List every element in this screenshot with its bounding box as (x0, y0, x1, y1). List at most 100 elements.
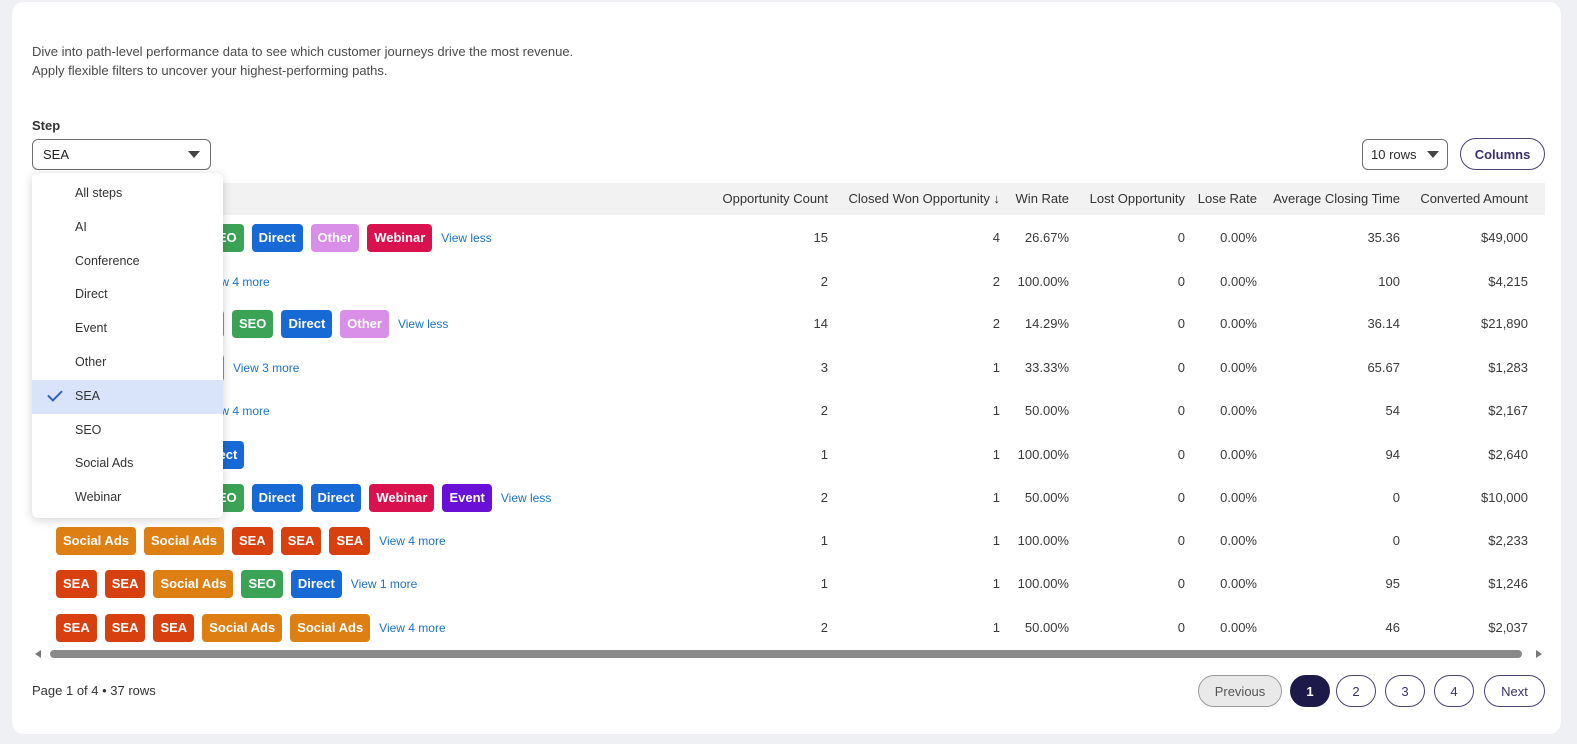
step-option[interactable]: All steps (32, 177, 223, 211)
cell-avg-closing-time: 0 (1392, 533, 1400, 548)
view-toggle-link[interactable]: View less (501, 491, 551, 505)
columns-button[interactable]: Columns (1460, 138, 1545, 170)
cell-opportunity-count: 2 (820, 490, 828, 505)
cell-win-rate: 100.00% (1017, 274, 1069, 289)
rows-per-page-value: 10 rows (1371, 147, 1417, 162)
cell-closed-won: 1 (992, 403, 1000, 418)
cell-closed-won: 4 (992, 230, 1000, 245)
scroll-right-icon[interactable] (1536, 650, 1542, 658)
step-tag: Social Ads (143, 526, 224, 555)
step-option-label: AI (75, 219, 87, 234)
rows-per-page-select[interactable]: 10 rows (1362, 139, 1448, 170)
step-option[interactable]: Conference (32, 245, 223, 279)
cell-converted-amount: $2,233 (1488, 533, 1528, 548)
header-lost-opportunity[interactable]: Lost Opportunity (1090, 183, 1185, 215)
table-row: SEASEASEASEODirectOtherWebinarView less1… (32, 216, 1545, 259)
page-info: Page 1 of 4 • 37 rows (32, 683, 156, 698)
cell-closed-won: 2 (992, 274, 1000, 289)
step-option[interactable]: Social Ads (32, 447, 223, 481)
step-dropdown-menu: All steps AI Conference Direct Event Other SEA… (32, 173, 223, 518)
step-tag: SEA (56, 569, 97, 598)
cell-closed-won: 1 (992, 576, 1000, 591)
cell-lose-rate: 0.00% (1220, 490, 1257, 505)
step-tag: SEA (280, 526, 322, 555)
header-win-rate[interactable]: Win Rate (1016, 183, 1069, 215)
table-row: SEA SEA Social Ads SEO Direct View 1 more 1 1 10… (32, 562, 1545, 605)
cell-closed-won: 1 (992, 533, 1000, 548)
table-row: Social AdsSEODirect11100.00%00.00%94$2,6… (32, 433, 1545, 476)
cell-opportunity-count: 1 (820, 533, 828, 548)
cell-lose-rate: 0.00% (1220, 274, 1257, 289)
step-tag: Social Ads (153, 569, 234, 598)
cell-converted-amount: $49,000 (1481, 230, 1528, 245)
page-button-4[interactable]: 4 (1434, 675, 1474, 707)
page-button-1[interactable]: 1 (1290, 675, 1330, 707)
view-toggle-link[interactable]: View 4 more (379, 621, 445, 635)
previous-button[interactable]: Previous (1198, 675, 1282, 707)
step-option-label: Direct (75, 287, 108, 302)
cell-lost-opportunity: 0 (1177, 403, 1185, 418)
caret-down-icon (188, 151, 200, 158)
step-option[interactable]: Direct (32, 278, 223, 312)
cell-opportunity-count: 1 (820, 576, 828, 591)
page-button-2[interactable]: 2 (1336, 675, 1376, 707)
header-avg-closing-time[interactable]: Average Closing Time (1273, 183, 1400, 215)
header-opportunity-count[interactable]: Opportunity Count (722, 183, 828, 215)
cell-avg-closing-time: 36.14 (1367, 316, 1400, 331)
cell-lose-rate: 0.00% (1220, 576, 1257, 591)
cell-lose-rate: 0.00% (1220, 620, 1257, 635)
view-toggle-link[interactable]: View less (441, 231, 491, 245)
table-header: Opportunity Count Closed Won Opportunity… (32, 183, 1545, 215)
step-tag: Webinar (367, 223, 433, 252)
step-option[interactable]: Webinar (32, 481, 223, 515)
step-tag: SEA (231, 526, 273, 555)
cell-win-rate: 14.29% (1024, 316, 1069, 331)
view-toggle-link[interactable]: View 3 more (233, 361, 299, 375)
cell-win-rate: 100.00% (1017, 447, 1069, 462)
cell-converted-amount: $10,000 (1481, 490, 1528, 505)
cell-lost-opportunity: 0 (1177, 490, 1185, 505)
view-toggle-link[interactable]: View 4 more (379, 534, 445, 548)
view-toggle-link[interactable]: View less (398, 317, 448, 331)
cell-opportunity-count: 2 (820, 274, 828, 289)
header-converted-amount[interactable]: Converted Amount (1420, 183, 1528, 215)
cell-opportunity-count: 3 (820, 360, 828, 375)
step-option[interactable]: SEO (32, 414, 223, 448)
step-tag: SEA (104, 569, 146, 598)
step-option-label: Event (75, 321, 107, 336)
cell-win-rate: 50.00% (1024, 403, 1069, 418)
step-option[interactable]: SEA (32, 379, 223, 414)
horizontal-scrollbar[interactable] (32, 647, 1545, 661)
table-row: SEASEASEASEODirectDirectWebinarEventView… (32, 476, 1545, 519)
view-toggle-link[interactable]: View 1 more (351, 577, 417, 591)
cell-converted-amount: $2,167 (1488, 403, 1528, 418)
step-tag: SEA (56, 613, 97, 642)
cell-closed-won: 1 (992, 490, 1000, 505)
scrollbar-thumb[interactable] (50, 650, 1522, 658)
cell-converted-amount: $4,215 (1488, 274, 1528, 289)
step-tag: Direct (251, 483, 303, 512)
cell-lost-opportunity: 0 (1177, 447, 1185, 462)
step-option[interactable]: Event (32, 312, 223, 346)
intro-text: Dive into path-level performance data to… (32, 42, 573, 80)
cell-closed-won: 1 (992, 360, 1000, 375)
cell-opportunity-count: 2 (820, 403, 828, 418)
step-option-label: All steps (75, 186, 123, 200)
step-select[interactable]: SEA (32, 139, 211, 170)
step-option[interactable]: Other (32, 346, 223, 380)
cell-avg-closing-time: 54 (1385, 403, 1400, 418)
header-closed-won[interactable]: Closed Won Opportunity ↓ (849, 183, 1001, 215)
step-option[interactable]: AI (32, 211, 223, 245)
cell-opportunity-count: 2 (820, 620, 828, 635)
step-tag: Social Ads (56, 526, 136, 555)
header-lose-rate[interactable]: Lose Rate (1198, 183, 1257, 215)
cell-converted-amount: $1,246 (1488, 576, 1528, 591)
table-row: SEA SEA SEA Social Ads Social Ads View 4 more… (32, 606, 1545, 649)
step-tag: SEA (329, 526, 371, 555)
next-button[interactable]: Next (1484, 675, 1545, 707)
table-row: Social Ads Social Ads SEA SEA SEA View 4 more… (32, 519, 1545, 562)
scroll-left-icon[interactable] (35, 650, 41, 658)
cell-lost-opportunity: 0 (1177, 360, 1185, 375)
path-steps: SEA SEA Social Ads SEO Direct View 1 more (56, 562, 417, 605)
page-button-3[interactable]: 3 (1385, 675, 1425, 707)
